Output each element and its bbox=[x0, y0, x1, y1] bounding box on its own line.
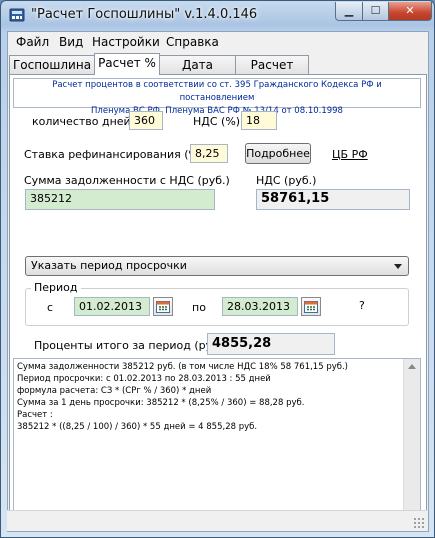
memo-scrollbar[interactable] bbox=[403, 359, 420, 527]
cb-rf-link[interactable]: ЦБ РФ bbox=[332, 148, 368, 161]
tab-page-raschet: Расчет процентов в соответствии со ст. 3… bbox=[9, 74, 427, 531]
calculation-memo[interactable]: Сумма задолженности 385212 руб. (в том ч… bbox=[13, 358, 421, 528]
resize-grip-icon[interactable] bbox=[413, 517, 425, 529]
from-calendar-button[interactable] bbox=[153, 297, 173, 316]
to-calendar-button[interactable] bbox=[301, 297, 321, 316]
period-group-title: Период bbox=[31, 281, 81, 294]
client-area: Файл Вид Настройки Справка Госпошлина Ра… bbox=[7, 31, 429, 532]
close-button[interactable]: ✕ bbox=[388, 2, 432, 21]
status-bar bbox=[7, 510, 427, 531]
memo-line: Период просрочки: с 01.02.2013 по 28.03.… bbox=[17, 374, 271, 384]
from-date-input[interactable]: 01.02.2013 bbox=[74, 297, 150, 316]
memo-line: Сумма за 1 день просрочки: 385212 * (8,2… bbox=[17, 398, 305, 408]
minimize-button[interactable]: ▁ bbox=[335, 2, 363, 21]
memo-line: формула расчета: СЗ * (СРг % / 360) * дн… bbox=[17, 386, 212, 396]
tab-raschet-nds[interactable]: Расчет НДС bbox=[235, 55, 309, 90]
from-label: с bbox=[47, 301, 54, 314]
debt-input[interactable]: 385212 bbox=[25, 189, 215, 210]
total-label: Проценты итого за период (руб.) bbox=[34, 339, 227, 352]
nds-rub-value: 58761,15 bbox=[256, 189, 410, 210]
help-mark[interactable]: ? bbox=[359, 299, 365, 312]
menu-settings[interactable]: Настройки bbox=[92, 35, 160, 49]
refinancing-rate-input[interactable]: 8,25 bbox=[190, 144, 228, 163]
app-window: "Расчет Госпошлины" v.1.4.0.146 ▁ ☐ ✕ Фа… bbox=[0, 0, 435, 538]
debt-label: Сумма задолженности с НДС (руб.) bbox=[24, 174, 230, 187]
tab-strip: Госпошлина Расчет % Дата сервис Расчет Н… bbox=[8, 53, 428, 90]
to-date-input[interactable]: 28.03.2013 bbox=[222, 297, 298, 316]
memo-line: Расчет : bbox=[17, 410, 53, 420]
app-icon bbox=[9, 7, 25, 23]
window-title: "Расчет Госпошлины" v.1.4.0.146 bbox=[31, 7, 258, 22]
tab-gosposhlina[interactable]: Госпошлина bbox=[9, 55, 95, 74]
chevron-down-icon bbox=[394, 264, 402, 269]
menu-file[interactable]: Файл bbox=[16, 35, 49, 49]
memo-line: Сумма задолженности 385212 руб. (в том ч… bbox=[17, 362, 349, 372]
nds-percent-label: НДС (%) bbox=[193, 115, 241, 128]
menu-help[interactable]: Справка bbox=[166, 35, 219, 49]
tab-data-servis[interactable]: Дата сервис bbox=[159, 55, 236, 90]
menu-bar: Файл Вид Настройки Справка bbox=[8, 32, 428, 51]
title-bar[interactable]: "Расчет Госпошлины" v.1.4.0.146 ▁ ☐ ✕ bbox=[1, 1, 434, 31]
scroll-up-icon[interactable] bbox=[408, 364, 416, 369]
maximize-button[interactable]: ☐ bbox=[362, 2, 389, 21]
refinancing-rate-label: Ставка рефинансирования (%) bbox=[24, 148, 204, 161]
to-label: по bbox=[192, 301, 206, 314]
nds-percent-input[interactable]: 18 bbox=[241, 111, 277, 130]
law-notice-line1: Расчет процентов в соответствии со ст. 3… bbox=[52, 80, 382, 103]
days-input[interactable]: 360 bbox=[129, 111, 163, 130]
nds-rub-label: НДС (руб.) bbox=[256, 174, 317, 187]
period-group: Период с 01.02.2013 по 28.03.2013 ? bbox=[25, 281, 409, 326]
total-value: 4855,28 bbox=[207, 333, 335, 355]
details-button[interactable]: Подробнее bbox=[245, 143, 311, 164]
tab-raschet-procent[interactable]: Расчет % bbox=[94, 53, 160, 75]
period-combo[interactable]: Указать период просрочки bbox=[25, 256, 409, 276]
period-combo-value: Указать период просрочки bbox=[31, 259, 187, 272]
law-notice: Расчет процентов в соответствии со ст. 3… bbox=[13, 78, 421, 116]
days-label: количество дней bbox=[32, 115, 131, 128]
menu-view[interactable]: Вид bbox=[59, 35, 83, 49]
memo-line: 385212 * ((8,25 / 100) / 360) * 55 дней … bbox=[17, 422, 258, 432]
